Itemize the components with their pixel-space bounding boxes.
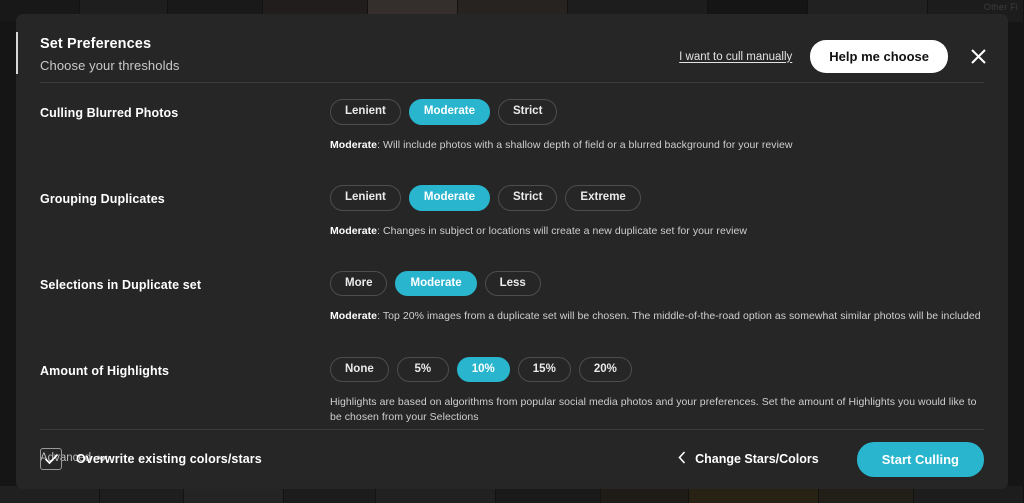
option-label: Amount of Highlights [40, 363, 170, 378]
help-me-choose-button[interactable]: Help me choose [810, 40, 948, 73]
close-icon[interactable] [966, 45, 990, 69]
choice-10-percent[interactable]: 10% [456, 356, 510, 383]
option-row-amount-of-highlights: Amount of Highlights None 5% 10% 15% 20%… [40, 325, 984, 426]
chevron-left-icon [678, 451, 686, 467]
option-description: Moderate: Changes in subject or location… [330, 224, 984, 239]
description-lead: Moderate [330, 224, 378, 237]
option-row-culling-blurred-photos: Culling Blurred Photos Lenient Moderate … [40, 83, 984, 153]
change-stars-colors-label: Change Stars/Colors [695, 452, 819, 466]
option-label: Grouping Duplicates [40, 191, 165, 206]
option-choice-group: Lenient Moderate Strict [330, 99, 984, 125]
choice-strict[interactable]: Strict [498, 99, 558, 125]
description-text: : Will include photos with a shallow dep… [377, 138, 793, 151]
page-subtitle: Choose your thresholds [40, 58, 180, 73]
choice-15-percent[interactable]: 15% [517, 356, 571, 383]
option-label: Selections in Duplicate set [40, 277, 202, 292]
description-text: Highlights are based on algorithms from … [330, 396, 977, 424]
set-preferences-dialog: Set Preferences Choose your thresholds I… [16, 14, 1008, 489]
description-text: : Top 20% images from a duplicate set wi… [377, 310, 981, 323]
dialog-footer: Overwrite existing colors/stars Change S… [16, 429, 1008, 489]
preferences-list: Culling Blurred Photos Lenient Moderate … [16, 83, 1008, 426]
choice-less[interactable]: Less [484, 270, 541, 297]
dialog-header: Set Preferences Choose your thresholds I… [16, 14, 1008, 82]
overwrite-colors-checkbox-row[interactable]: Overwrite existing colors/stars [40, 448, 262, 470]
background-panel-label: Other Fi [983, 2, 1018, 12]
choice-moderate[interactable]: Moderate [395, 270, 477, 297]
page-title: Set Preferences [40, 36, 152, 52]
check-icon [44, 453, 58, 465]
option-description: Moderate: Top 20% images from a duplicat… [330, 309, 984, 324]
cull-manually-link[interactable]: I want to cull manually [679, 51, 792, 63]
choice-moderate[interactable]: Moderate [408, 99, 491, 125]
header-actions: I want to cull manually Help me choose [679, 40, 990, 73]
option-body: Lenient Moderate Strict Extreme Moderate… [330, 184, 984, 239]
header-text-group: Set Preferences Choose your thresholds [40, 36, 180, 73]
overwrite-checkbox[interactable] [40, 448, 62, 470]
option-description: Highlights are based on algorithms from … [330, 395, 984, 425]
choice-strict[interactable]: Strict [498, 184, 558, 211]
option-choice-group: More Moderate Less [330, 270, 984, 297]
description-text: : Changes in subject or locations will c… [377, 224, 748, 237]
option-body: More Moderate Less Moderate: Top 20% ima… [330, 270, 984, 325]
option-row-grouping-duplicates: Grouping Duplicates Lenient Moderate Str… [40, 153, 984, 239]
description-lead: Moderate [330, 138, 378, 151]
option-choice-group: Lenient Moderate Strict Extreme [330, 184, 984, 211]
change-stars-colors-link[interactable]: Change Stars/Colors [678, 451, 819, 467]
overwrite-checkbox-label: Overwrite existing colors/stars [76, 452, 262, 466]
screen: Other Fi Set Preferences Choose your thr… [0, 0, 1024, 503]
footer-actions: Change Stars/Colors Start Culling [678, 441, 984, 477]
header-accent-bar [16, 32, 18, 74]
option-body: Lenient Moderate Strict Moderate: Will i… [330, 99, 984, 153]
choice-5-percent[interactable]: 5% [396, 356, 449, 383]
choice-20-percent[interactable]: 20% [578, 356, 632, 383]
choice-moderate[interactable]: Moderate [408, 184, 491, 211]
choice-extreme[interactable]: Extreme [565, 184, 641, 211]
option-choice-group: None 5% 10% 15% 20% [330, 356, 984, 383]
option-body: None 5% 10% 15% 20% Highlights are based… [330, 356, 984, 426]
description-lead: Moderate [330, 310, 378, 323]
option-description: Moderate: Will include photos with a sha… [330, 138, 984, 153]
choice-more[interactable]: More [330, 270, 388, 297]
start-culling-button[interactable]: Start Culling [856, 441, 984, 477]
option-label: Culling Blurred Photos [40, 106, 179, 120]
choice-none[interactable]: None [330, 356, 389, 383]
choice-lenient[interactable]: Lenient [330, 184, 401, 211]
choice-lenient[interactable]: Lenient [330, 99, 401, 125]
option-row-selections-in-duplicate-set: Selections in Duplicate set More Moderat… [40, 239, 984, 325]
